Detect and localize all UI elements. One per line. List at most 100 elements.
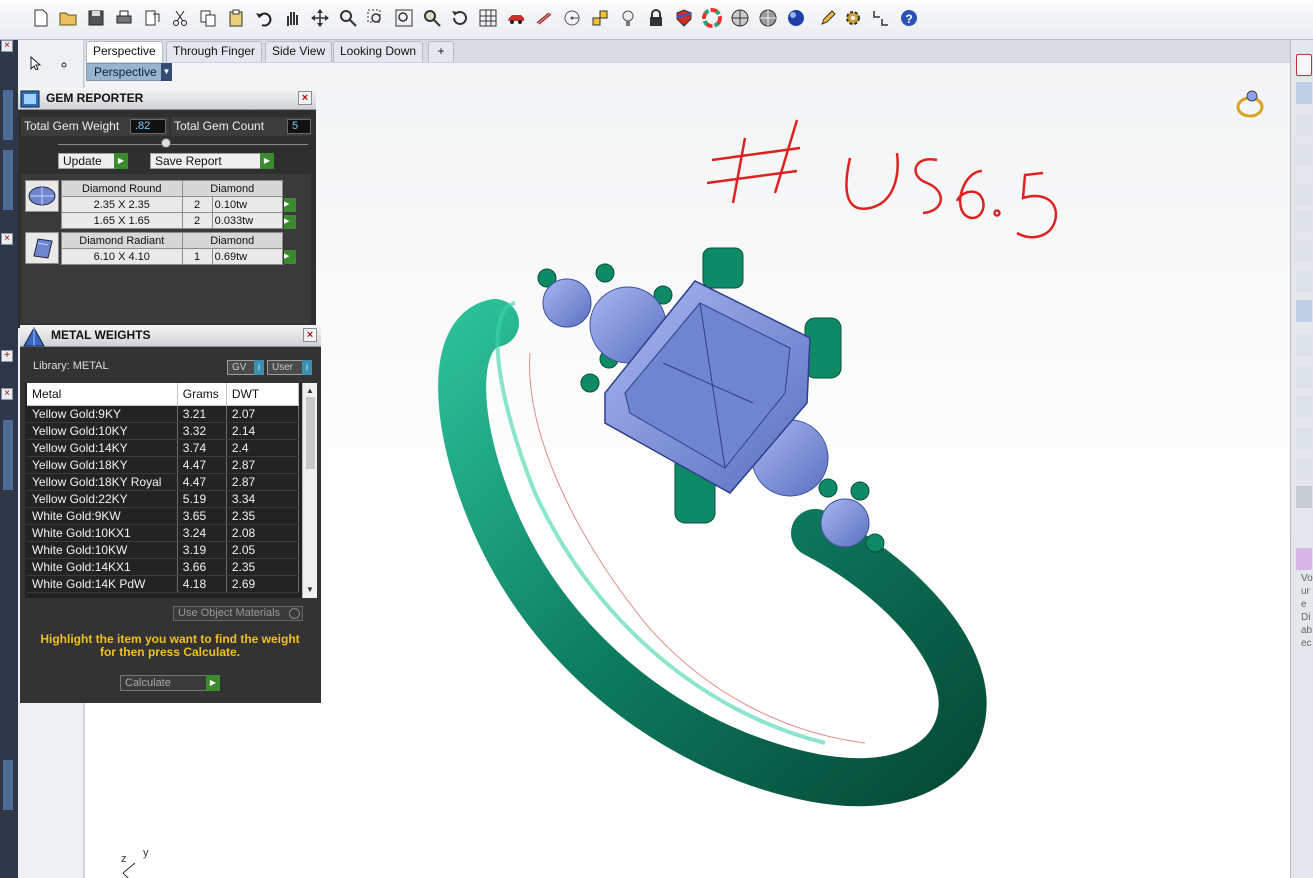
- plugin-icon[interactable]: [1296, 548, 1312, 570]
- move-icon[interactable]: [309, 7, 331, 29]
- pan-hand-icon[interactable]: [281, 7, 303, 29]
- user-button[interactable]: User i: [267, 360, 312, 375]
- calculate-button[interactable]: Calculate ▶: [120, 675, 220, 691]
- cut-tool-icon[interactable]: [1296, 458, 1312, 480]
- rail-panel-tab[interactable]: [3, 760, 13, 810]
- shape-tool-icon[interactable]: [1296, 300, 1312, 322]
- keyboard-icon[interactable]: [1296, 486, 1312, 508]
- save-icon[interactable]: [85, 7, 107, 29]
- splitter-handle[interactable]: [161, 138, 171, 148]
- undo-icon[interactable]: [253, 7, 275, 29]
- gem-reporter-titlebar[interactable]: GEM REPORTER ×: [18, 88, 316, 110]
- print-icon[interactable]: [113, 7, 135, 29]
- gem-row[interactable]: 1.65 X 1.65 2 0.033tw: [61, 212, 284, 229]
- car-icon[interactable]: [505, 7, 527, 29]
- scroll-up-icon[interactable]: ▲: [306, 386, 314, 395]
- lock-icon[interactable]: [645, 7, 667, 29]
- scale-tool-icon[interactable]: [1296, 396, 1312, 418]
- zoom-icon[interactable]: [337, 7, 359, 29]
- select-arrow-icon[interactable]: [30, 55, 42, 73]
- history-icon[interactable]: [870, 7, 892, 29]
- column-header-metal[interactable]: Metal: [27, 383, 178, 406]
- grid-icon[interactable]: [477, 7, 499, 29]
- scale-y-tool-icon[interactable]: [1296, 428, 1312, 450]
- rail-close-icon[interactable]: ×: [1, 233, 13, 245]
- render-shade-icon[interactable]: [757, 7, 779, 29]
- solid-tool-icon[interactable]: [1296, 240, 1312, 262]
- rail-close-icon[interactable]: ×: [1, 40, 13, 52]
- loft-tool-icon[interactable]: [1296, 144, 1312, 166]
- column-header-grams[interactable]: Grams: [177, 383, 227, 406]
- render-wire-icon[interactable]: [729, 7, 751, 29]
- revolve-tool-icon[interactable]: [1296, 114, 1312, 136]
- transform-tool-icon[interactable]: [1296, 184, 1312, 206]
- rail-panel-tab[interactable]: [3, 150, 13, 210]
- zoom-selected-icon[interactable]: [421, 7, 443, 29]
- scrollbar-thumb[interactable]: [306, 397, 315, 469]
- table-row[interactable]: White Gold:10KX1 3.24 2.08: [27, 524, 300, 542]
- update-button[interactable]: Update ▶: [58, 153, 128, 169]
- open-folder-icon[interactable]: [57, 7, 79, 29]
- table-row[interactable]: White Gold:14K PdW 4.18 2.69: [27, 575, 300, 593]
- rail-panel-tab[interactable]: [3, 90, 13, 140]
- view-mode-dropdown[interactable]: Perspective ▼: [86, 63, 172, 81]
- snap-icon[interactable]: [561, 7, 583, 29]
- shell-tool-icon[interactable]: [1296, 270, 1312, 292]
- scroll-down-icon[interactable]: ▼: [306, 585, 314, 594]
- new-file-icon[interactable]: [30, 7, 52, 29]
- paste-icon[interactable]: [225, 7, 247, 29]
- point-tool-icon[interactable]: [60, 58, 68, 72]
- box-tool-icon[interactable]: [1296, 210, 1312, 232]
- zoom-extents-icon[interactable]: [393, 7, 415, 29]
- table-row[interactable]: Yellow Gold:18KY Royal 4.47 2.87: [27, 473, 300, 491]
- save-report-button[interactable]: Save Report ▶: [150, 153, 274, 169]
- rail-add-icon[interactable]: +: [1, 350, 13, 362]
- object-snap-icon[interactable]: [589, 7, 611, 29]
- tab-perspective[interactable]: Perspective: [86, 41, 163, 62]
- ring-orientation-icon[interactable]: [1233, 87, 1267, 124]
- gem-row-arrow-icon[interactable]: ▶: [284, 198, 296, 212]
- table-row[interactable]: White Gold:9KW 3.65 2.35: [27, 507, 300, 525]
- gem-group-radiant[interactable]: Diamond Radiant Diamond 6.10 X 4.10 1 0.69t…: [61, 232, 284, 265]
- table-row[interactable]: Yellow Gold:14KY 3.74 2.4: [27, 439, 300, 457]
- record-icon[interactable]: [1296, 54, 1312, 76]
- metal-weights-titlebar[interactable]: METAL WEIGHTS ×: [20, 325, 321, 347]
- rotate-view-icon[interactable]: [449, 7, 471, 29]
- table-row[interactable]: Yellow Gold:22KY 5.19 3.34: [27, 490, 300, 508]
- use-object-materials-toggle[interactable]: Use Object Materials: [173, 606, 303, 621]
- metal-list-viewport[interactable]: Metal Grams DWT Yellow Gold:9KY 3.21 2.07 …: [25, 383, 317, 598]
- close-icon[interactable]: ×: [298, 91, 312, 105]
- color-wheel-icon[interactable]: [701, 7, 723, 29]
- table-row[interactable]: White Gold:10KW 3.19 2.05: [27, 541, 300, 559]
- shield-icon[interactable]: [673, 7, 695, 29]
- gem-row[interactable]: 2.35 X 2.35 2 0.10tw: [61, 196, 284, 213]
- rail-close-icon[interactable]: ×: [1, 388, 13, 400]
- chevron-down-icon[interactable]: ▼: [161, 63, 172, 81]
- close-icon[interactable]: ×: [303, 328, 317, 342]
- scrollbar[interactable]: ▲ ▼: [302, 383, 317, 598]
- rail-panel-tab[interactable]: [3, 420, 13, 490]
- gem-group-round[interactable]: Diamond Round Diamond 2.35 X 2.35 2 0.10tw …: [61, 180, 284, 229]
- tab-side-view[interactable]: Side View: [265, 41, 333, 62]
- add-tab-button[interactable]: +: [428, 41, 454, 62]
- bend-tool-icon[interactable]: [1296, 366, 1312, 388]
- light-bulb-icon[interactable]: [617, 7, 639, 29]
- table-row[interactable]: Yellow Gold:10KY 3.32 2.14: [27, 422, 300, 440]
- edit-tool-icon[interactable]: [1296, 334, 1312, 356]
- gem-row-arrow-icon[interactable]: ▶: [284, 215, 296, 229]
- curve-tool-icon[interactable]: [1296, 82, 1312, 104]
- table-row[interactable]: White Gold:14KX1 3.66 2.35: [27, 558, 300, 576]
- column-header-dwt[interactable]: DWT: [226, 383, 300, 406]
- gv-button[interactable]: GV i: [227, 360, 264, 375]
- tab-looking-down[interactable]: Looking Down: [333, 41, 424, 62]
- pencil-icon[interactable]: [817, 7, 839, 29]
- table-row[interactable]: Yellow Gold:9KY 3.21 2.07: [27, 405, 300, 423]
- copy-icon[interactable]: [197, 7, 219, 29]
- gem-row-arrow-icon[interactable]: ▶: [284, 250, 296, 264]
- sketch-icon[interactable]: [533, 7, 555, 29]
- render-full-icon[interactable]: [785, 7, 807, 29]
- export-icon[interactable]: [141, 7, 163, 29]
- tab-through-finger[interactable]: Through Finger: [166, 41, 263, 62]
- table-row[interactable]: Yellow Gold:18KY 4.47 2.87: [27, 456, 300, 474]
- zoom-window-icon[interactable]: [365, 7, 387, 29]
